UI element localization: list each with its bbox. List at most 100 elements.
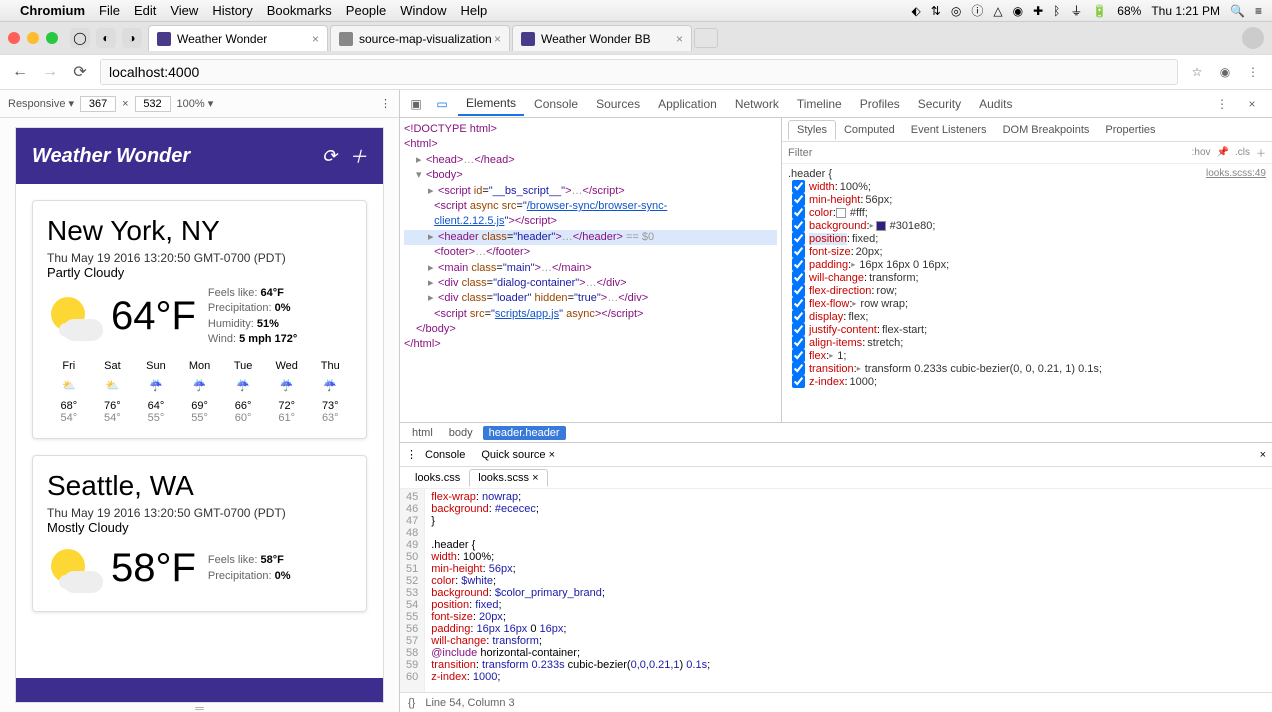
devtools-tab-console[interactable]: Console [526,93,586,115]
device-mode-select[interactable]: Responsive ▾ [8,97,74,110]
devtools-tab-profiles[interactable]: Profiles [852,93,908,115]
devtools-tab-security[interactable]: Security [910,93,969,115]
devtools-tab-audits[interactable]: Audits [971,93,1020,115]
tab-close-icon[interactable]: × [676,32,683,46]
menu-file[interactable]: File [99,3,120,18]
prop-toggle[interactable] [792,362,805,375]
styles-tab-styles[interactable]: Styles [788,120,836,140]
status-icon[interactable]: ⓘ [971,2,983,19]
css-property[interactable]: flex:▸ 1; [788,349,1266,362]
devtools-tab-application[interactable]: Application [650,93,725,115]
chrome-icon[interactable]: ◉ [1013,4,1023,18]
prop-toggle[interactable] [792,310,805,323]
css-property[interactable]: width: 100%; [788,180,1266,193]
breadcrumb-html[interactable]: html [406,426,439,440]
wifi-icon[interactable]: ⏚ [1070,2,1082,19]
menu-people[interactable]: People [346,3,386,18]
css-property[interactable]: color: #fff; [788,206,1266,219]
pin-icon[interactable]: 📌 [1217,147,1229,158]
tab-close-icon[interactable]: × [312,32,319,46]
styles-tab-properties[interactable]: Properties [1097,121,1163,139]
viewport-height-input[interactable] [135,96,171,112]
drag-handle-icon[interactable]: ═ [180,704,220,712]
elements-tree[interactable]: <!DOCTYPE html> <html> ▸<head>…</head> ▾… [400,118,782,422]
prop-toggle[interactable] [792,271,805,284]
extension-icon[interactable]: ◉ [1216,63,1234,81]
prop-toggle[interactable] [792,245,805,258]
devtools-close-icon[interactable]: × [1242,94,1262,114]
css-property[interactable]: padding:▸ 16px 16px 0 16px; [788,258,1266,271]
prop-toggle[interactable] [792,258,805,271]
back-button[interactable]: ← [10,62,30,82]
css-property[interactable]: justify-content: flex-start; [788,323,1266,336]
new-tab-button[interactable] [694,28,718,48]
close-icon[interactable]: × [532,472,538,484]
close-window-button[interactable] [8,32,20,44]
ext-icon[interactable]: ◑ [122,28,142,48]
viewport-width-input[interactable] [80,96,116,112]
css-property[interactable]: font-size: 20px; [788,245,1266,258]
menu-edit[interactable]: Edit [134,3,156,18]
braces-icon[interactable]: {} [408,697,415,709]
app-name[interactable]: Chromium [20,3,85,18]
css-property[interactable]: display: flex; [788,310,1266,323]
selected-element[interactable]: ▸<header class="header">…</header> == $0 [404,230,777,245]
breadcrumb-body[interactable]: body [443,426,479,440]
device-toggle-icon[interactable]: ▭ [432,94,452,114]
drawer-tab-console[interactable]: Console [417,446,473,464]
css-property[interactable]: min-height: 56px; [788,193,1266,206]
clock[interactable]: Thu 1:21 PM [1151,4,1220,18]
profile-avatar[interactable] [1242,27,1264,49]
styles-rules[interactable]: looks.scss:49 .header { width: 100%;min-… [782,164,1272,422]
devtools-tab-network[interactable]: Network [727,93,787,115]
source-tab-looks-scss[interactable]: looks.scss × [469,469,547,487]
zoom-select[interactable]: 100% ▾ [177,97,214,110]
styles-tab-computed[interactable]: Computed [836,121,903,139]
devtools-menu-icon[interactable]: ⋮ [1212,94,1232,114]
prop-toggle[interactable] [792,375,805,388]
prop-toggle[interactable] [792,336,805,349]
device-more-icon[interactable]: ⋮ [380,97,391,110]
drive-icon[interactable]: △ [993,4,1002,18]
source-tab-looks-css[interactable]: looks.css [406,469,469,487]
css-property[interactable]: will-change: transform; [788,271,1266,284]
prop-toggle[interactable] [792,193,805,206]
drawer-tab-quick-source[interactable]: Quick source × [473,446,563,464]
css-property[interactable]: z-index: 1000; [788,375,1266,388]
css-property[interactable]: transition:▸ transform 0.233s cubic-bezi… [788,362,1266,375]
minimize-window-button[interactable] [27,32,39,44]
ext-github-icon[interactable]: ◯ [70,28,90,48]
css-property[interactable]: background:▸ #301e80; [788,219,1266,232]
inspect-icon[interactable]: ▣ [406,94,426,114]
prop-toggle[interactable] [792,349,805,362]
star-icon[interactable]: ☆ [1188,63,1206,81]
css-property[interactable]: position: fixed; [788,232,1266,245]
hov-toggle[interactable]: :hov [1192,147,1211,158]
menu-icon[interactable]: ≡ [1255,4,1262,18]
tab-source-map[interactable]: source-map-visualization × [330,25,510,51]
css-property[interactable]: flex-direction: row; [788,284,1266,297]
styles-tab-event-listeners[interactable]: Event Listeners [903,121,995,139]
styles-filter-input[interactable] [788,147,1186,159]
rule-source-link[interactable]: looks.scss:49 [1206,168,1266,179]
spotlight-icon[interactable]: 🔍 [1230,4,1245,18]
battery-icon[interactable]: 🔋 [1092,4,1107,18]
add-rule-icon[interactable]: ＋ [1256,145,1266,160]
close-icon[interactable]: × [549,449,555,461]
cls-toggle[interactable]: .cls [1235,147,1250,158]
devtools-tab-sources[interactable]: Sources [588,93,648,115]
url-input[interactable] [100,59,1178,85]
tab-weather-wonder-bb[interactable]: Weather Wonder BB × [512,25,692,51]
menu-help[interactable]: Help [461,3,488,18]
prop-toggle[interactable] [792,206,805,219]
menu-history[interactable]: History [212,3,252,18]
bluetooth-icon[interactable]: ᛒ [1053,4,1060,18]
menu-icon[interactable]: ⋮ [1244,63,1262,81]
css-property[interactable]: flex-flow:▸ row wrap; [788,297,1266,310]
css-property[interactable]: align-items: stretch; [788,336,1266,349]
prop-toggle[interactable] [792,323,805,336]
forward-button[interactable]: → [40,62,60,82]
menu-view[interactable]: View [170,3,198,18]
prop-toggle[interactable] [792,284,805,297]
devtools-tab-timeline[interactable]: Timeline [789,93,850,115]
